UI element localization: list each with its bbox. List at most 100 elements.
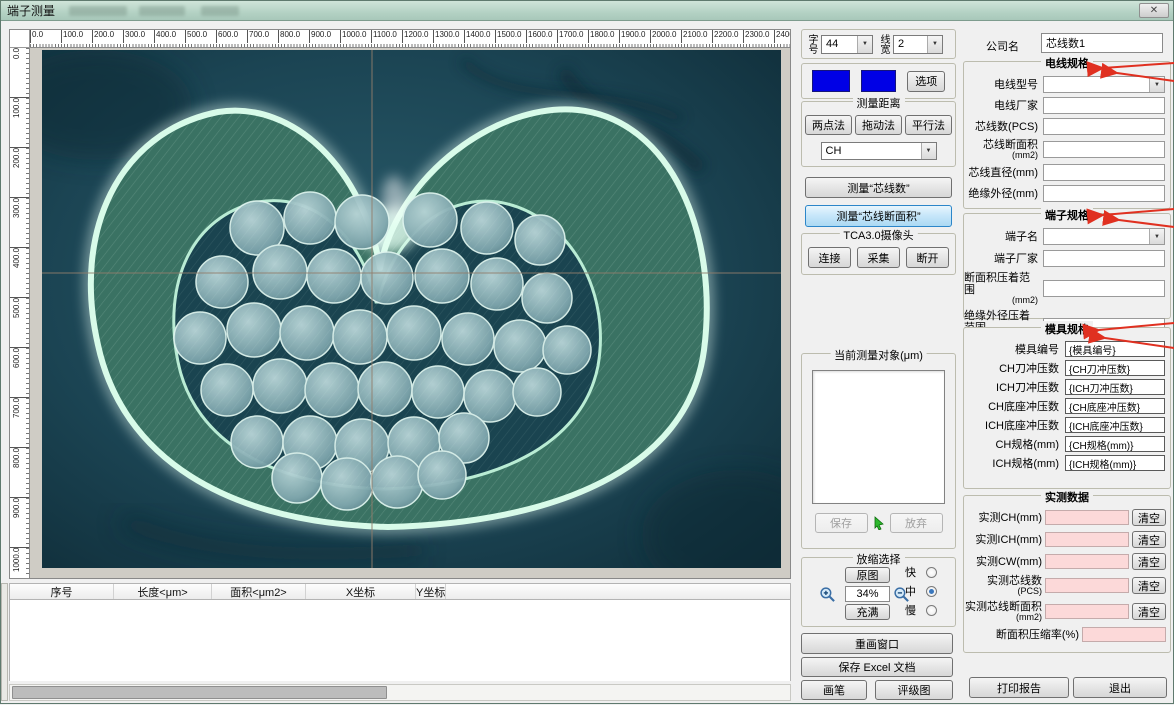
measured-field-row: 实测ICH(mm) 清空 bbox=[964, 531, 1170, 548]
mold-field-input[interactable]: {ICH刀冲压数} bbox=[1065, 379, 1165, 395]
options-button[interactable]: 选项 bbox=[907, 70, 945, 92]
radio-button[interactable] bbox=[926, 604, 937, 616]
ruler-tick-label: 1600.0 bbox=[526, 30, 557, 43]
color-swatch-1[interactable] bbox=[812, 70, 850, 92]
camera-connect-button[interactable]: 连接 bbox=[808, 247, 851, 268]
table-vertical-scrollbar[interactable] bbox=[1, 583, 8, 701]
line-width-select[interactable]: 2 bbox=[893, 34, 943, 54]
clear-button[interactable]: 清空 bbox=[1132, 577, 1166, 594]
scrollbar-thumb[interactable] bbox=[12, 686, 387, 699]
group-title: 当前测量对象(μm) bbox=[830, 347, 927, 363]
speed-option[interactable]: 慢 bbox=[905, 602, 937, 618]
exit-button[interactable]: 退出 bbox=[1073, 677, 1167, 698]
method-button[interactable]: 两点法 bbox=[805, 115, 852, 135]
ruler-tick-label: 1800.0 bbox=[588, 30, 619, 43]
radio-button[interactable] bbox=[926, 585, 937, 597]
mold-field-input[interactable]: {模具编号} bbox=[1065, 341, 1165, 357]
method-button[interactable]: 平行法 bbox=[905, 115, 952, 135]
company-name-input[interactable]: 芯线数1 bbox=[1041, 33, 1163, 53]
camera-disconnect-button[interactable]: 断开 bbox=[906, 247, 949, 268]
spec-field-row: 芯线断面积 (mm2) bbox=[964, 139, 1170, 160]
spec-field-input[interactable] bbox=[1043, 228, 1165, 245]
rating-chart-button[interactable]: 评级图 bbox=[875, 680, 953, 700]
terminal-spec-title: 端子规格 bbox=[1041, 207, 1093, 223]
original-size-button[interactable]: 原图 bbox=[845, 567, 890, 583]
speed-option[interactable]: 快 bbox=[905, 564, 937, 580]
discard-button[interactable]: 放弃 bbox=[889, 513, 943, 533]
spec-field-input[interactable] bbox=[1043, 76, 1165, 93]
method-button[interactable]: 拖动法 bbox=[855, 115, 902, 135]
pen-button[interactable]: 画笔 bbox=[801, 680, 867, 700]
chevron-down-icon[interactable] bbox=[1149, 77, 1164, 92]
clear-button[interactable]: 清空 bbox=[1132, 553, 1166, 570]
chevron-down-icon[interactable] bbox=[1149, 229, 1164, 244]
measure-core-count-button[interactable]: 测量“芯线数” bbox=[805, 177, 952, 198]
mold-field-row: CH底座冲压数 {CH底座冲压数} bbox=[964, 398, 1170, 414]
redraw-window-button[interactable]: 重画窗口 bbox=[801, 633, 953, 654]
measurement-table[interactable] bbox=[9, 600, 791, 681]
camera-group: TCA3.0摄像头 连接 采集 断开 bbox=[801, 227, 956, 275]
speed-option[interactable]: 中 bbox=[905, 583, 937, 599]
spec-field-input[interactable] bbox=[1043, 118, 1165, 135]
ruler-tick-label: 600.0 bbox=[10, 348, 29, 398]
image-canvas[interactable] bbox=[31, 49, 790, 578]
measured-value-field[interactable] bbox=[1045, 510, 1129, 525]
spec-field-input[interactable] bbox=[1043, 280, 1165, 297]
mold-field-input[interactable]: {CH刀冲压数} bbox=[1065, 360, 1165, 376]
mold-field-input[interactable]: {CH规格(mm)} bbox=[1065, 436, 1165, 452]
measured-value-field[interactable] bbox=[1082, 627, 1166, 642]
mold-field-input[interactable]: {CH底座冲压数} bbox=[1065, 398, 1165, 414]
measured-field-row: 实测芯线断面积 (mm2) 清空 bbox=[964, 601, 1170, 622]
measure-core-area-button[interactable]: 测量“芯线断面积” bbox=[805, 205, 952, 227]
column-header[interactable]: 面积<μm2> bbox=[212, 584, 306, 599]
chevron-down-icon[interactable] bbox=[927, 35, 942, 53]
font-size-label: 字号 bbox=[806, 34, 817, 54]
camera-capture-button[interactable]: 采集 bbox=[857, 247, 900, 268]
measure-mode-select[interactable]: CH bbox=[820, 142, 937, 160]
font-size-select[interactable]: 44 bbox=[821, 34, 873, 54]
measured-value-field[interactable] bbox=[1045, 578, 1129, 593]
measured-value-field[interactable] bbox=[1045, 532, 1129, 547]
clear-button[interactable]: 清空 bbox=[1132, 509, 1166, 526]
print-report-button[interactable]: 打印报告 bbox=[969, 677, 1069, 698]
mold-field-row: ICH规格(mm) {ICH规格(mm)} bbox=[964, 455, 1170, 471]
horizontal-scrollbar[interactable] bbox=[9, 684, 791, 701]
ruler-tick-label: 700.0 bbox=[247, 30, 278, 43]
titlebar: 端子测量 ✕ bbox=[1, 1, 1173, 21]
save-button[interactable]: 保存 bbox=[814, 513, 868, 533]
measured-field-row: 实测CH(mm) 清空 bbox=[964, 509, 1170, 526]
column-header[interactable]: Y坐标 bbox=[416, 584, 447, 599]
spec-field-input[interactable] bbox=[1043, 250, 1165, 267]
zoom-percent-value[interactable]: 34% bbox=[845, 586, 890, 602]
spec-field-input[interactable] bbox=[1043, 185, 1165, 202]
close-button[interactable]: ✕ bbox=[1139, 3, 1169, 18]
ruler-tick-label: 1900.0 bbox=[619, 30, 650, 43]
image-viewport: 0.0 100.0 200.0 300.0 400.0 500.0 600.0 700.0 80… bbox=[9, 29, 791, 579]
mold-field-row: ICH底座冲压数 {ICH底座冲压数} bbox=[964, 417, 1170, 433]
measured-value-field[interactable] bbox=[1045, 604, 1129, 619]
chevron-down-icon[interactable] bbox=[857, 35, 872, 53]
save-excel-button[interactable]: 保存 Excel 文档 bbox=[801, 657, 953, 677]
mold-field-input[interactable]: {ICH底座冲压数} bbox=[1065, 417, 1165, 433]
ruler-tick-label: 700.0 bbox=[10, 398, 29, 448]
clear-button[interactable]: 清空 bbox=[1132, 603, 1166, 620]
clear-button[interactable]: 清空 bbox=[1132, 531, 1166, 548]
column-header[interactable]: X坐标 bbox=[306, 584, 416, 599]
color-group: 选项 bbox=[801, 63, 956, 99]
chevron-down-icon[interactable] bbox=[920, 143, 936, 159]
zoom-in-icon[interactable] bbox=[818, 585, 836, 603]
spec-field-input[interactable] bbox=[1043, 141, 1165, 158]
column-header[interactable]: 长度<μm> bbox=[114, 584, 212, 599]
mold-field-row: CH刀冲压数 {CH刀冲压数} bbox=[964, 360, 1170, 376]
spec-field-input[interactable] bbox=[1043, 164, 1165, 181]
radio-button[interactable] bbox=[926, 566, 937, 578]
mold-field-input[interactable]: {ICH规格(mm)} bbox=[1065, 455, 1165, 471]
company-name-label: 公司名 bbox=[986, 41, 1019, 53]
color-swatch-2[interactable] bbox=[860, 70, 897, 92]
column-header[interactable]: 序号 bbox=[10, 584, 114, 599]
measured-value-field[interactable] bbox=[1045, 554, 1129, 569]
current-measurement-list[interactable] bbox=[812, 370, 945, 504]
vertical-ruler: 0.0 100.0 200.0 300.0 400.0 500.0 600.0 700.0 80… bbox=[10, 48, 30, 578]
spec-field-input[interactable] bbox=[1043, 97, 1165, 114]
fill-button[interactable]: 充满 bbox=[845, 604, 890, 620]
